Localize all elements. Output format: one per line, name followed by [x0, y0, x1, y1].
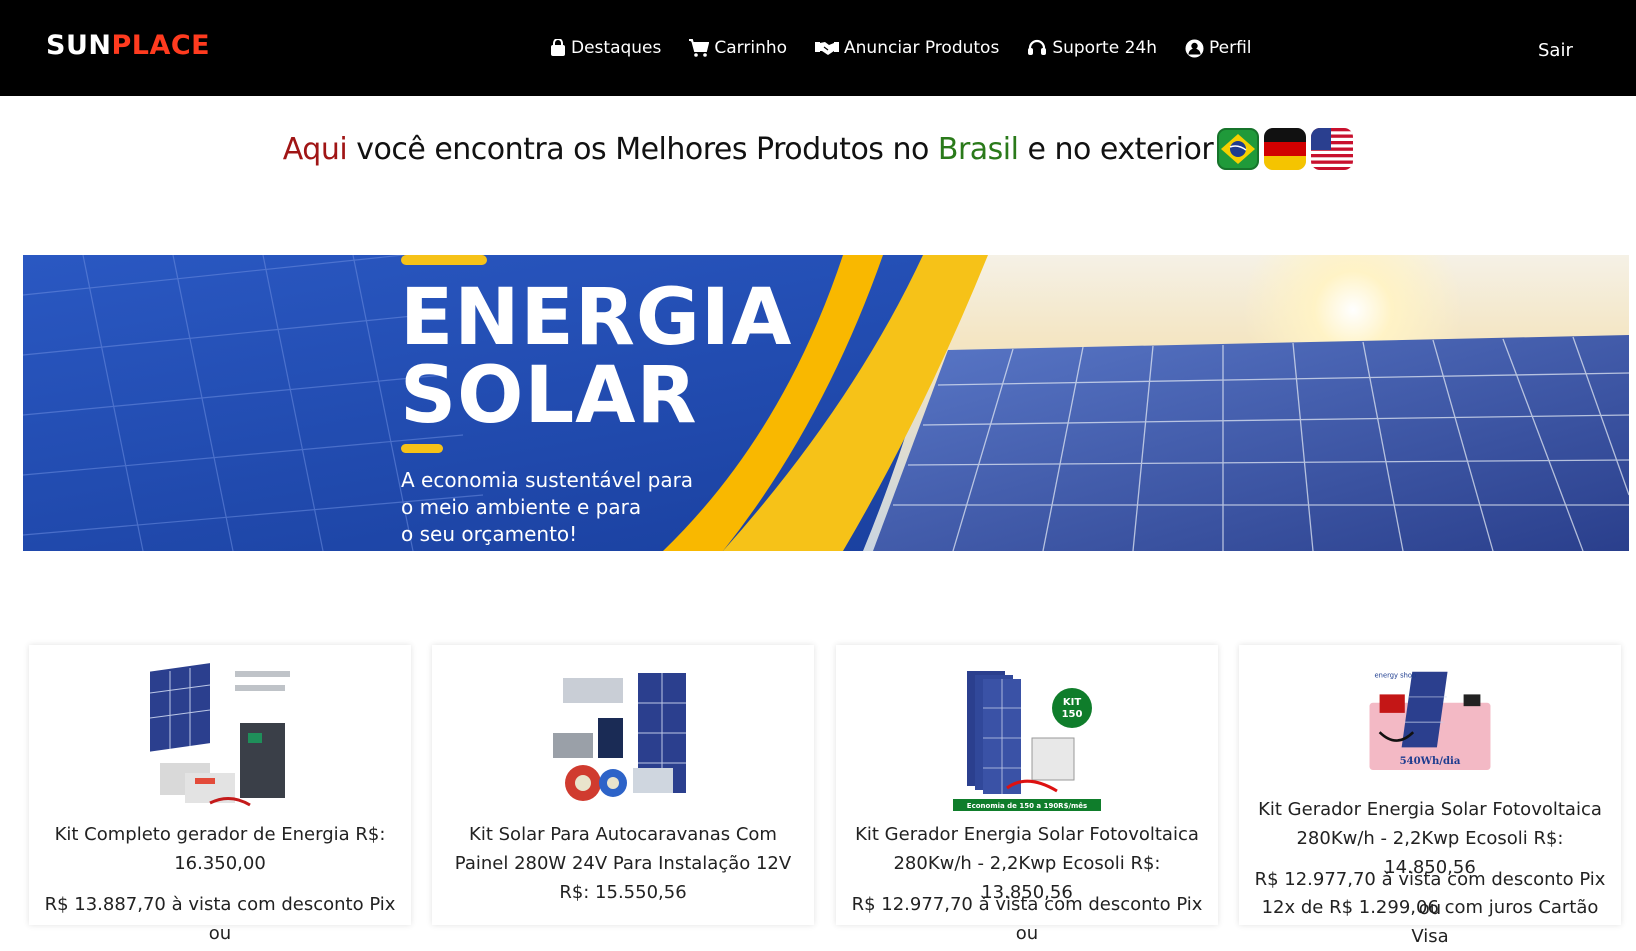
kit-540-label: 540Wh/dia — [1400, 755, 1461, 767]
product-card[interactable]: KIT 150 Economia de 150 a 190R$/mês Kit … — [836, 645, 1218, 944]
banner-subtitle-line3: o seu orçamento! — [401, 522, 578, 546]
energia-solar-banner[interactable]: ENERGIA SOLAR A economia sustentável par… — [23, 255, 1629, 551]
banner-background — [23, 255, 1629, 551]
main-nav: Destaques Carrinho Anunciar Produtos Sup… — [550, 38, 1280, 58]
nav-suporte-label: Suporte 24h — [1052, 38, 1157, 58]
product-title[interactable]: Kit Solar Para Autocaravanas Com Painel … — [442, 820, 804, 907]
nav-anunciar-label: Anunciar Produtos — [844, 38, 1000, 58]
nav-suporte[interactable]: Suporte 24h — [1027, 38, 1157, 58]
product-image-autocaravanas-kit[interactable] — [543, 663, 703, 813]
product-price: R$ 12.977,70 à vista com desconto Pix ou — [851, 894, 1203, 944]
product-price: R$ 13.887,70 à vista com desconto Pix ou — [44, 894, 396, 944]
nav-carrinho[interactable]: Carrinho — [689, 38, 787, 58]
energy-shop-logo: energy shop — [1375, 672, 1417, 680]
logo-text-place: PLACE — [111, 30, 211, 61]
banner-subtitle-line2: o meio ambiente e para — [401, 495, 642, 519]
nav-anunciar-produtos[interactable]: Anunciar Produtos — [815, 38, 999, 58]
product-image-kit-150[interactable]: KIT 150 Economia de 150 a 190R$/mês — [947, 663, 1107, 813]
nav-carrinho-label: Carrinho — [714, 38, 788, 58]
handshake-icon — [815, 42, 840, 55]
top-navbar: SUNPLACE Destaques Carrinho Anunciar Pro… — [0, 0, 1636, 96]
sunplace-logo[interactable]: SUNPLACE — [46, 30, 210, 61]
banner-title: ENERGIA SOLAR — [400, 279, 792, 435]
headline-middle: você encontra os Melhores Produtos no — [347, 131, 938, 167]
shopping-bag-icon — [551, 39, 565, 56]
headline-brasil: Brasil — [937, 131, 1019, 167]
logo-text-sun: SUN — [46, 30, 112, 61]
headline-aqui: Aqui — [282, 131, 348, 167]
product-card[interactable]: Kit Solar Para Autocaravanas Com Painel … — [432, 645, 814, 925]
banner-subtitle: A economia sustentável para o meio ambie… — [401, 467, 693, 548]
product-image-540wh-kit[interactable]: energy shop 540Wh/dia — [1350, 665, 1510, 791]
user-circle-icon — [1185, 39, 1204, 57]
usa-flag-icon[interactable] — [1311, 128, 1354, 170]
kit-badge-text: KIT — [1063, 697, 1081, 708]
kit-badge-number: 150 — [1062, 709, 1083, 720]
banner-title-line1: ENERGIA — [400, 273, 793, 363]
banner-mid-accent — [401, 444, 443, 453]
cart-icon — [689, 39, 710, 57]
headline-end: e no exterior — [1018, 131, 1214, 167]
banner-title-line2: SOLAR — [400, 351, 698, 441]
product-title[interactable]: Kit Completo gerador de Energia R$: 16.3… — [39, 820, 401, 878]
product-image-solar-kit[interactable] — [140, 663, 300, 813]
kit-economy-banner: Economia de 150 a 190R$/mês — [967, 802, 1087, 810]
banner-subtitle-line1: A economia sustentável para — [401, 468, 694, 492]
page-headline: Aqui você encontra os Melhores Produtos … — [0, 128, 1636, 170]
nav-perfil[interactable]: Perfil — [1185, 38, 1252, 58]
nav-perfil-label: Perfil — [1209, 38, 1252, 58]
logout-link[interactable]: Sair — [1538, 40, 1573, 61]
headset-icon — [1028, 39, 1047, 55]
germany-flag-icon[interactable] — [1264, 128, 1307, 170]
product-price-installments: 12x de R$ 1.299,06 com juros Cartão Visa — [1261, 897, 1599, 947]
product-card[interactable]: Kit Completo gerador de Energia R$: 16.3… — [29, 645, 411, 944]
nav-destaques-label: Destaques — [571, 38, 662, 58]
banner-top-accent — [401, 255, 487, 265]
nav-destaques[interactable]: Destaques — [550, 38, 661, 58]
brazil-flag-icon[interactable] — [1217, 128, 1260, 170]
product-card[interactable]: energy shop 540Wh/dia Kit Gerador Energi… — [1239, 645, 1621, 947]
